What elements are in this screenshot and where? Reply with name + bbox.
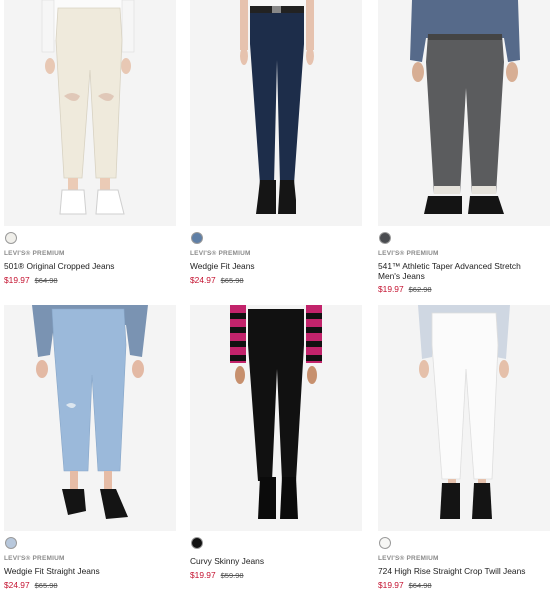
- price-row: $19.97 $59.98: [190, 570, 244, 580]
- product-card[interactable]: LEVI'S® PREMIUM Wedgie Fit Jeans $24.97 $…: [190, 0, 362, 285]
- product-name[interactable]: Wedgie Fit Jeans: [190, 261, 255, 271]
- sale-price: $19.97: [378, 580, 404, 590]
- product-name[interactable]: 541™ Athletic Taper Advanced Stretch: [378, 261, 521, 271]
- original-price: $65.98: [34, 581, 58, 590]
- product-card[interactable]: LEVI'S® PREMIUM 541™ Athletic Taper Adva…: [378, 0, 550, 294]
- color-swatch[interactable]: [191, 232, 203, 244]
- brand-label: LEVI'S® PREMIUM: [378, 250, 439, 257]
- price-row: $19.97 $64.98: [4, 275, 58, 285]
- product-name[interactable]: Wedgie Fit Straight Jeans: [4, 566, 100, 576]
- color-swatch[interactable]: [191, 537, 203, 549]
- original-price: $64.98: [408, 581, 432, 590]
- color-swatch[interactable]: [5, 537, 17, 549]
- brand-label: LEVI'S® PREMIUM: [4, 250, 65, 257]
- original-price: $65.98: [220, 276, 244, 285]
- product-name[interactable]: 501® Original Cropped Jeans: [4, 261, 114, 271]
- sale-price: $19.97: [378, 284, 404, 294]
- product-card[interactable]: LEVI'S® PREMIUM 501® Original Cropped Je…: [4, 0, 176, 285]
- product-name[interactable]: Curvy Skinny Jeans: [190, 556, 264, 566]
- sale-price: $19.97: [190, 570, 216, 580]
- price-row: $24.97 $65.98: [190, 275, 244, 285]
- product-card[interactable]: LEVI'S® PREMIUM Wedgie Fit Straight Jean…: [4, 305, 176, 590]
- sale-price: $19.97: [4, 275, 30, 285]
- original-price: $59.98: [220, 571, 244, 580]
- brand-label: LEVI'S® PREMIUM: [378, 555, 439, 562]
- original-price: $64.98: [34, 276, 58, 285]
- product-image[interactable]: [378, 0, 550, 226]
- price-row: $19.97 $64.98: [378, 580, 432, 590]
- product-image[interactable]: [378, 305, 550, 531]
- original-price: $62.98: [408, 285, 432, 294]
- product-image[interactable]: [4, 305, 176, 531]
- color-swatch[interactable]: [5, 232, 17, 244]
- product-name[interactable]: 724 High Rise Straight Crop Twill Jeans: [378, 566, 525, 576]
- price-row: $24.97 $65.98: [4, 580, 58, 590]
- product-card[interactable]: LEVI'S® PREMIUM 724 High Rise Straight C…: [378, 305, 550, 590]
- product-image[interactable]: [190, 0, 362, 226]
- sale-price: $24.97: [190, 275, 216, 285]
- product-image[interactable]: [190, 305, 362, 531]
- product-card[interactable]: Curvy Skinny Jeans $19.97 $59.98: [190, 305, 362, 580]
- brand-label: LEVI'S® PREMIUM: [4, 555, 65, 562]
- product-image[interactable]: [4, 0, 176, 226]
- brand-label: LEVI'S® PREMIUM: [190, 250, 251, 257]
- sale-price: $24.97: [4, 580, 30, 590]
- color-swatch[interactable]: [379, 537, 391, 549]
- product-name-line2[interactable]: Men's Jeans: [378, 271, 425, 281]
- color-swatch[interactable]: [379, 232, 391, 244]
- price-row: $19.97 $62.98: [378, 284, 432, 294]
